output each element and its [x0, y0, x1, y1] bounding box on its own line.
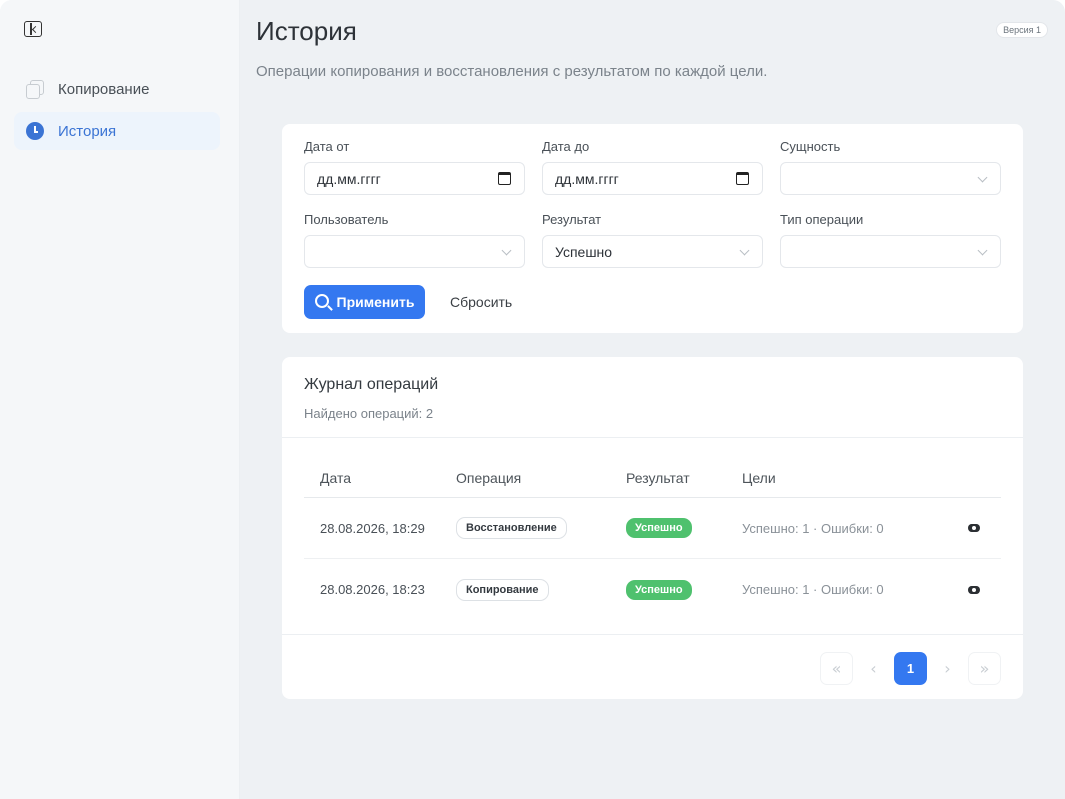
- row-result: Успешно: [626, 518, 742, 538]
- column-header-date[interactable]: Дата: [304, 470, 456, 486]
- eye-icon[interactable]: [968, 585, 980, 594]
- date-from-input[interactable]: дд.мм.гггг: [304, 162, 525, 195]
- date-from-label: Дата от: [304, 139, 350, 154]
- reset-button[interactable]: Сбросить: [450, 294, 512, 310]
- chevron-down-icon: [977, 245, 988, 256]
- sidebar: Копирование История: [0, 0, 240, 799]
- calendar-icon[interactable]: [498, 172, 511, 185]
- eye-icon[interactable]: [968, 524, 980, 532]
- page-button-current[interactable]: 1: [894, 652, 927, 685]
- date-to-value: дд.мм.гггг: [555, 170, 619, 187]
- filter-actions: Применить Сбросить: [304, 285, 512, 319]
- row-view-cell: [947, 524, 1001, 532]
- filter-card: Дата от дд.мм.гггг Дата до дд.мм.гггг Су…: [282, 124, 1023, 333]
- divider: [282, 634, 1023, 635]
- operation-badge: Восстановление: [456, 517, 567, 539]
- row-date: 28.08.2026, 18:23: [320, 582, 425, 597]
- copy-icon: [26, 80, 44, 99]
- column-header-operation[interactable]: Операция: [456, 470, 626, 486]
- version-badge: Версия 1: [996, 22, 1048, 38]
- calendar-icon[interactable]: [736, 172, 749, 185]
- result-select[interactable]: Успешно: [542, 235, 763, 268]
- table-row[interactable]: 28.08.2026, 18:29 Восстановление Успешно…: [304, 498, 1001, 559]
- result-label: Результат: [542, 212, 602, 227]
- apply-label: Применить: [336, 294, 415, 310]
- op-type-select[interactable]: [780, 235, 1001, 268]
- main-content: История Версия 1 Операции копирования и …: [240, 0, 1065, 799]
- result-value: Успешно: [555, 243, 613, 260]
- log-count: Найдено операций: 2: [304, 406, 434, 421]
- search-icon: [314, 294, 329, 308]
- date-from-value: дд.мм.гггг: [317, 170, 381, 187]
- sidebar-item-copy[interactable]: Копирование: [14, 70, 220, 108]
- status-badge: Успешно: [626, 518, 692, 538]
- clock-icon: [26, 122, 44, 140]
- first-page-button[interactable]: «: [820, 652, 853, 685]
- sidebar-item-label: История: [58, 122, 117, 140]
- date-to-label: Дата до: [542, 139, 590, 154]
- user-field: Пользователь: [304, 212, 525, 268]
- chevron-down-icon: [977, 172, 988, 183]
- operations-table: Дата Операция Результат Цели 28.08.2026,…: [304, 458, 1001, 620]
- op-type-field: Тип операции: [780, 212, 1001, 268]
- row-view-cell: [947, 585, 1001, 594]
- divider: [282, 437, 1023, 438]
- chevron-down-icon: [501, 245, 512, 256]
- pagination: « ‹ 1 › »: [816, 652, 1001, 685]
- app-window: Копирование История История Версия 1 Опе…: [0, 0, 1065, 799]
- page-subtitle: Операции копирования и восстановления с …: [256, 63, 768, 80]
- entity-field: Сущность: [780, 139, 1001, 195]
- row-operation: Восстановление: [456, 517, 626, 539]
- operation-badge: Копирование: [456, 578, 549, 601]
- page-title: История: [256, 16, 357, 46]
- status-badge: Успешно: [626, 579, 692, 600]
- user-select[interactable]: [304, 235, 525, 268]
- sidebar-nav: Копирование История: [14, 70, 220, 154]
- user-label: Пользователь: [304, 212, 389, 227]
- sidebar-item-label: Копирование: [58, 80, 150, 98]
- row-operation: Копирование: [456, 578, 626, 601]
- row-date: 28.08.2026, 18:29: [320, 520, 425, 536]
- date-to-field: Дата до дд.мм.гггг: [542, 139, 763, 195]
- last-page-button[interactable]: »: [968, 652, 1001, 685]
- table-row[interactable]: 28.08.2026, 18:23 Копирование Успешно Ус…: [304, 559, 1001, 620]
- chevron-down-icon: [739, 245, 750, 256]
- date-from-field: Дата от дд.мм.гггг: [304, 139, 525, 195]
- log-card: Журнал операций Найдено операций: 2 Дата…: [282, 357, 1023, 699]
- entity-label: Сущность: [780, 139, 841, 154]
- prev-page-button[interactable]: ‹: [857, 652, 890, 685]
- row-targets: Успешно: 1 · Ошибки: 0: [742, 582, 884, 597]
- next-page-button[interactable]: ›: [931, 652, 964, 685]
- row-result: Успешно: [626, 579, 742, 600]
- sidebar-collapse-icon[interactable]: [24, 21, 42, 37]
- log-title: Журнал операций: [304, 376, 439, 393]
- apply-button[interactable]: Применить: [304, 285, 425, 319]
- row-targets: Успешно: 1 · Ошибки: 0: [742, 520, 884, 536]
- column-header-targets[interactable]: Цели: [742, 470, 947, 486]
- column-header-result[interactable]: Результат: [626, 470, 742, 486]
- sidebar-item-history[interactable]: История: [14, 112, 220, 150]
- op-type-label: Тип операции: [780, 212, 864, 227]
- result-field: Результат Успешно: [542, 212, 763, 268]
- date-to-input[interactable]: дд.мм.гггг: [542, 162, 763, 195]
- table-header: Дата Операция Результат Цели: [304, 458, 1001, 498]
- entity-select[interactable]: [780, 162, 1001, 195]
